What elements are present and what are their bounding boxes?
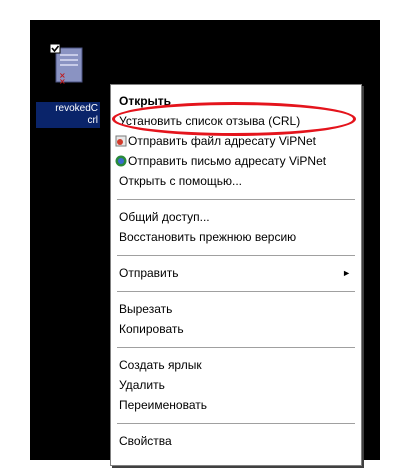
file-name-line1: revokedC [55, 103, 98, 114]
context-menu: Открыть Установить список отзыва (CRL) О… [110, 84, 362, 466]
desktop: × × revokedC crl Открыть Установить спис… [30, 20, 380, 466]
menu-separator [117, 291, 355, 292]
menu-item-properties[interactable]: Свойства [111, 431, 361, 451]
menu-item-open[interactable]: Открыть [111, 91, 361, 111]
menu-item-send-to-label: Отправить [119, 266, 179, 280]
menu-item-open-with[interactable]: Открыть с помощью... [111, 171, 361, 191]
menu-separator [117, 423, 355, 424]
menu-item-install-crl[interactable]: Установить список отзыва (CRL) [111, 111, 361, 131]
menu-item-restore-previous[interactable]: Восстановить прежнюю версию [111, 227, 361, 247]
menu-item-create-shortcut[interactable]: Создать ярлык [111, 355, 361, 375]
menu-item-cut[interactable]: Вырезать [111, 299, 361, 319]
menu-separator [117, 199, 355, 200]
menu-item-send-to[interactable]: Отправить ► [111, 263, 361, 283]
file-name-line2: crl [87, 115, 98, 126]
menu-item-send-file-vipnet[interactable]: Отправить файл адресату ViPNet [111, 131, 361, 151]
vipnet-file-icon [115, 133, 127, 147]
menu-item-send-letter-vipnet[interactable]: Отправить письмо адресату ViPNet [111, 151, 361, 171]
vipnet-mail-icon [115, 153, 127, 167]
menu-item-delete[interactable]: Удалить [111, 375, 361, 395]
menu-item-send-file-vipnet-label: Отправить файл адресату ViPNet [128, 134, 316, 148]
certificate-file-icon[interactable]: × × [49, 43, 86, 96]
submenu-arrow-icon: ► [342, 268, 351, 278]
menu-item-copy[interactable]: Копировать [111, 319, 361, 339]
menu-item-rename[interactable]: Переименовать [111, 395, 361, 415]
menu-separator [117, 347, 355, 348]
file-name-label[interactable]: revokedC crl [36, 102, 100, 128]
menu-separator [117, 255, 355, 256]
menu-item-sharing[interactable]: Общий доступ... [111, 207, 361, 227]
svg-text:×: × [59, 77, 66, 86]
menu-item-send-letter-vipnet-label: Отправить письмо адресату ViPNet [128, 154, 327, 168]
